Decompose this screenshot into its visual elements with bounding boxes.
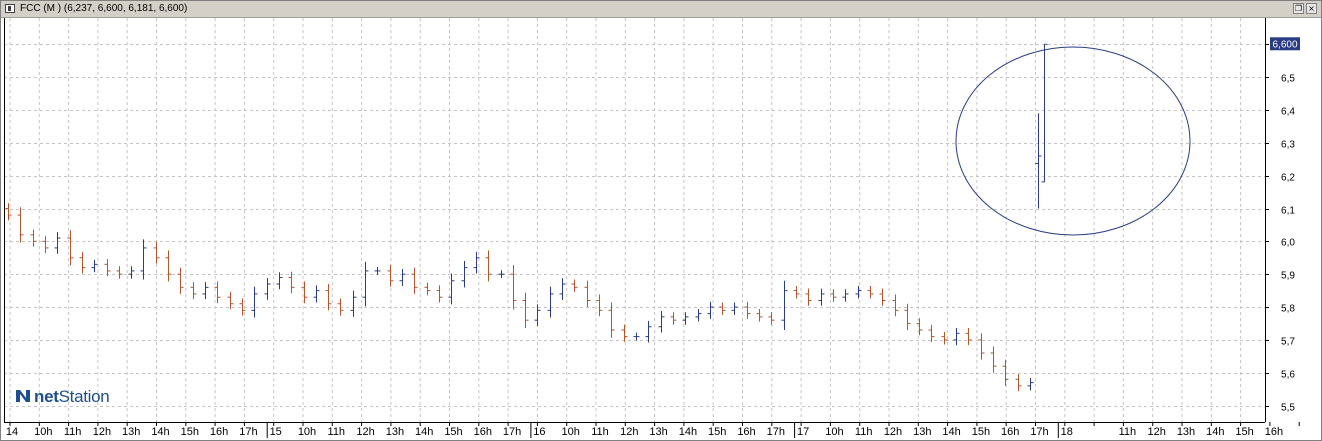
y-tick-label: 6,1 (1281, 206, 1295, 217)
y-tick-label: 5,8 (1281, 304, 1295, 315)
x-tick-label: 13h (913, 426, 931, 438)
x-tick-label: 16h (1001, 426, 1019, 438)
x-tick-label: 17h (503, 426, 521, 438)
y-tick-label: 5,9 (1281, 271, 1295, 282)
x-tick-label: 11h (855, 426, 873, 438)
x-tick-label: 10h (34, 426, 52, 438)
x-tick-label: 10h (298, 426, 316, 438)
x-tick-label: 17h (239, 426, 257, 438)
x-tick-label: 12h (620, 426, 638, 438)
x-tick-label: 14h (151, 426, 169, 438)
x-tick-label: 10h (562, 426, 580, 438)
x-tick-label: 16h (474, 426, 492, 438)
x-tick-label: 15h (708, 426, 726, 438)
y-tick-label: 6,2 (1281, 173, 1295, 184)
window-title: FCC (M ) (6,237, 6,600, 6,181, 6,600) (20, 3, 188, 14)
logo-prefix: net (34, 387, 59, 406)
x-tick-label: 10h (825, 426, 843, 438)
x-tick-label: 11h (64, 426, 82, 438)
x-tick-label: 16h (210, 426, 228, 438)
x-tick-label: 11h (591, 426, 609, 438)
x-tick-label: 13h (1177, 426, 1195, 438)
x-tick-label: 11h (328, 426, 346, 438)
last-price-label: 6,600 (1272, 39, 1297, 50)
x-tick-label: 14h (942, 426, 960, 438)
x-tick-label: 17h (767, 426, 785, 438)
grid (4, 18, 1265, 422)
x-tick-label: 13h (386, 426, 404, 438)
netstation-logo-icon (16, 390, 30, 402)
x-tick-label: 12h (93, 426, 111, 438)
x-tick-label: 17 (797, 426, 809, 438)
x-tick-label: 14h (415, 426, 433, 438)
y-tick-label: 5,6 (1281, 370, 1295, 381)
x-tick-label: 13h (649, 426, 667, 438)
x-tick-label: 15 (270, 426, 282, 438)
x-tick-label: 14h (1206, 426, 1224, 438)
x-tick-label: 15h (444, 426, 462, 438)
x-tick-label: 12h (356, 426, 374, 438)
x-tick-label: 14 (6, 426, 18, 438)
x-axis: 14 10h 11h 12h 13h 14h 15h 16h 17h 15 10h 11h 12h 13h… (4, 422, 1300, 438)
logo-suffix: Station (58, 387, 110, 406)
x-tick-label: 14h (679, 426, 697, 438)
x-tick-label: 15h (1235, 426, 1253, 438)
window-icon (5, 4, 15, 13)
y-tick-label: 6,5 (1281, 74, 1295, 85)
y-tick-label: 5,5 (1281, 403, 1295, 414)
x-tick-label: 18 (1061, 426, 1073, 438)
price-chart[interactable]: 5,55,65,75,85,96,06,16,26,36,46,56,66,60… (0, 17, 1320, 439)
x-tick-label: 11h (1119, 426, 1137, 438)
x-tick-label: 17h (1030, 426, 1048, 438)
title-bar[interactable]: FCC (M ) (6,237, 6,600, 6,181, 6,600) ❐ … (1, 1, 1321, 18)
plot-area (4, 18, 1265, 422)
x-tick-label: 12h (1148, 426, 1166, 438)
restore-button[interactable]: ❐ (1293, 3, 1304, 14)
x-tick-label: 15h (181, 426, 199, 438)
x-tick-label: 12h (884, 426, 902, 438)
close-button[interactable]: × (1306, 3, 1317, 14)
x-tick-label: 16h (1265, 426, 1283, 438)
x-tick-label: 16 (533, 426, 545, 438)
y-tick-label: 6,0 (1281, 238, 1295, 249)
x-tick-label: 15h (972, 426, 990, 438)
x-tick-label: 16h (737, 426, 755, 438)
y-tick-label: 6,3 (1281, 140, 1295, 151)
x-tick-label: 13h (122, 426, 140, 438)
y-tick-label: 6,4 (1281, 107, 1295, 118)
y-tick-label: 5,7 (1281, 337, 1295, 348)
